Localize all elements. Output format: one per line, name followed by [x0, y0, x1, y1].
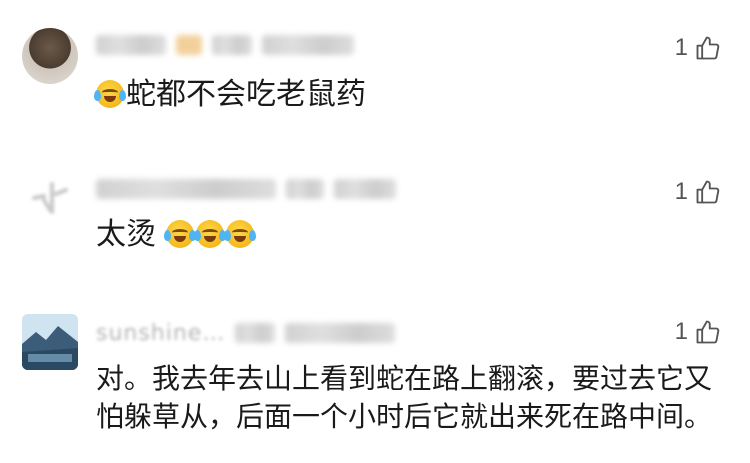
face-with-tears-of-joy-icon: [223, 220, 256, 248]
blurred-username: sunshine…: [96, 320, 226, 346]
comment-1: 1 蛇都不会吃老鼠药: [0, 0, 750, 150]
comment-text-line-1: 对。我去年去山上看到蛇在路上翻滚，要过去它又: [96, 362, 713, 395]
blurred-username: [96, 179, 276, 199]
thumbs-up-icon: [696, 36, 720, 60]
avatar[interactable]: [22, 28, 78, 84]
thumbs-up-icon: [696, 320, 720, 344]
avatar[interactable]: [22, 170, 78, 226]
comment-text: 对。我去年去山上看到蛇在路上翻滚，要过去它又 怕躲草从，后面一个小时后它就出来死…: [96, 360, 712, 436]
blurred-time: [334, 179, 396, 199]
comment-text: 蛇都不会吃老鼠药: [94, 76, 366, 114]
face-with-tears-of-joy-icon: [193, 220, 226, 248]
blurred-time: [262, 35, 354, 55]
face-with-tears-of-joy-icon: [94, 80, 126, 108]
blurred-location: [212, 35, 252, 55]
like-button[interactable]: 1: [675, 178, 722, 206]
like-count: 1: [674, 318, 688, 345]
blurred-location: [286, 179, 324, 199]
face-with-tears-of-joy-icon: [163, 220, 196, 248]
avatar-placeholder-icon: [32, 182, 68, 214]
comment-text-line-2: 怕躲草从，后面一个小时后它就出来死在路中间。: [96, 400, 713, 433]
comment-2: 1 太烫: [0, 150, 750, 290]
comment-text: 太烫: [96, 216, 256, 254]
avatar-landscape-image: [22, 314, 78, 370]
like-button[interactable]: 1: [675, 34, 722, 62]
blurred-location: [235, 323, 276, 343]
avatar[interactable]: [22, 314, 78, 370]
comment-meta: sunshine…: [96, 318, 396, 348]
like-count: 1: [674, 34, 688, 61]
blurred-badge: [176, 35, 202, 55]
comment-meta: [96, 30, 354, 60]
like-count: 1: [674, 178, 688, 205]
thumbs-up-icon: [696, 180, 720, 204]
comment-meta: [96, 174, 396, 204]
comment-3: sunshine… 1 对。我去年去山上看到蛇在路上翻滚，要过去它又 怕躲草从，…: [0, 290, 750, 463]
like-button[interactable]: 1: [675, 318, 722, 346]
blurred-username: [96, 35, 166, 55]
blurred-time: [285, 323, 396, 343]
